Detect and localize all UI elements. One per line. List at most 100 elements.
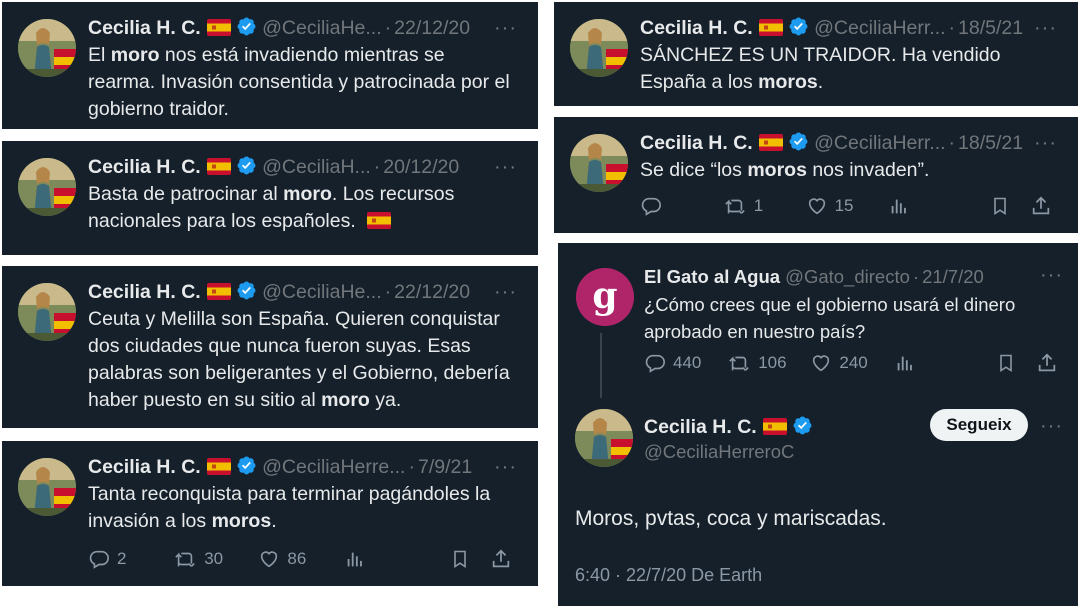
tweet-date[interactable]: 18/5/21 xyxy=(958,132,1023,154)
tweet-date[interactable]: 22/12/20 xyxy=(394,281,470,303)
tweet-date[interactable]: 18/5/21 xyxy=(958,17,1023,39)
reply-author-name[interactable]: Cecilia H. C. xyxy=(644,416,757,438)
parent-tweet-date[interactable]: 21/7/20 xyxy=(922,266,984,287)
verified-badge-icon xyxy=(788,131,809,158)
profile-photo-icon xyxy=(18,458,76,516)
tweet-card[interactable]: Cecilia H. C. @CeciliaHe... · 22/12/20 ··· C… xyxy=(2,266,538,428)
retweet-button[interactable]: 1 xyxy=(723,195,763,217)
parent-tweet-actions: 440 106 240 xyxy=(644,352,1060,376)
separator-dot: · xyxy=(384,281,392,303)
more-options-icon[interactable]: ··· xyxy=(494,18,517,38)
like-count: 15 xyxy=(834,196,854,215)
parent-author-name[interactable]: El Gato al Agua xyxy=(644,266,780,287)
reply-button[interactable] xyxy=(640,195,662,217)
more-options-icon[interactable]: ··· xyxy=(1040,416,1063,436)
highlighted-word: moro xyxy=(321,389,370,411)
bookmark-button[interactable] xyxy=(990,195,1010,217)
text-segment: El xyxy=(88,44,111,66)
share-button[interactable] xyxy=(490,548,512,570)
retweet-button[interactable]: 30 xyxy=(173,548,223,570)
share-icon xyxy=(1036,352,1058,374)
author-handle[interactable]: @CeciliaHerr... xyxy=(814,17,945,39)
author-avatar[interactable] xyxy=(570,19,628,77)
tweet-date[interactable]: 20/12/20 xyxy=(383,156,459,178)
author-name[interactable]: Cecilia H. C. xyxy=(88,281,201,303)
more-options-icon[interactable]: ··· xyxy=(1034,18,1057,38)
author-handle[interactable]: @CeciliaHerr... xyxy=(814,132,945,154)
tweet-header: Cecilia H. C. @CeciliaHerr... · 18/5/21 xyxy=(640,16,1023,43)
follow-button[interactable]: Segueix xyxy=(930,409,1028,441)
author-avatar[interactable] xyxy=(18,158,76,216)
tweet-header: Cecilia H. C. @CeciliaHe... · 22/12/20 xyxy=(88,280,470,307)
bookmark-button[interactable] xyxy=(996,352,1016,374)
author-name[interactable]: Cecilia H. C. xyxy=(640,17,753,39)
like-button[interactable]: 240 xyxy=(810,352,868,374)
retweet-count: 106 xyxy=(758,353,787,372)
author-handle[interactable]: @CeciliaH... xyxy=(262,156,371,178)
author-name[interactable]: Cecilia H. C. xyxy=(88,156,201,178)
spain-flag-icon xyxy=(206,18,231,42)
parent-author-handle[interactable]: @Gato_directo xyxy=(785,266,910,287)
reply-button[interactable]: 2 xyxy=(88,548,126,570)
tweet-card[interactable]: Cecilia H. C. @CeciliaHe... · 22/12/20 ··· E… xyxy=(2,2,538,129)
reply-count: 2 xyxy=(117,549,127,568)
verified-badge-icon xyxy=(788,16,809,43)
tweet-header: Cecilia H. C. @CeciliaHerr... · 18/5/21 xyxy=(640,131,1023,158)
reply-button[interactable]: 440 xyxy=(644,352,701,374)
more-options-icon[interactable]: ··· xyxy=(494,457,517,477)
views-button[interactable] xyxy=(888,195,910,217)
text-segment: ya. xyxy=(369,389,402,411)
tweet-header: Cecilia H. C. @CeciliaHerre... · 7/9/21 xyxy=(88,455,472,482)
separator-dot: · xyxy=(948,132,956,154)
tweet-date[interactable]: 7/9/21 xyxy=(418,456,472,478)
author-avatar[interactable] xyxy=(18,283,76,341)
author-avatar[interactable] xyxy=(18,458,76,516)
tweet-date[interactable]: 22/12/20 xyxy=(394,17,470,39)
retweet-button[interactable]: 106 xyxy=(727,352,787,374)
retweet-icon xyxy=(723,195,747,217)
highlighted-word: moros xyxy=(747,159,807,181)
views-chart-icon xyxy=(888,195,910,217)
views-button[interactable] xyxy=(894,352,916,374)
bookmark-button[interactable] xyxy=(450,548,470,570)
text-segment: . xyxy=(817,71,824,93)
reply-author-handle[interactable]: @CeciliaHerreroC xyxy=(644,440,794,464)
author-avatar[interactable] xyxy=(575,409,633,467)
reply-author-name-row: Cecilia H. C. xyxy=(644,415,813,442)
share-button[interactable] xyxy=(1030,195,1052,217)
more-options-icon[interactable]: ··· xyxy=(1040,265,1063,285)
share-button[interactable] xyxy=(1036,352,1058,374)
thread-connector-line xyxy=(600,333,602,398)
verified-badge-icon xyxy=(236,455,257,482)
like-count: 86 xyxy=(287,549,307,568)
author-handle[interactable]: @CeciliaHe... xyxy=(262,281,382,303)
author-name[interactable]: Cecilia H. C. xyxy=(640,132,753,154)
tweet-card[interactable]: Cecilia H. C. @CeciliaHerr... · 18/5/21 ···… xyxy=(554,117,1078,233)
tweet-text: Ceuta y Melilla son España. Quieren conq… xyxy=(88,306,514,414)
views-button[interactable] xyxy=(344,548,366,570)
more-options-icon[interactable]: ··· xyxy=(494,282,517,302)
text-segment: nos invaden”. xyxy=(806,159,930,181)
reply-icon xyxy=(644,352,666,374)
author-name[interactable]: Cecilia H. C. xyxy=(88,456,201,478)
retweet-icon xyxy=(727,352,751,374)
like-button[interactable]: 86 xyxy=(258,548,306,570)
tweet-text: Se dice “los moros nos invaden”. xyxy=(640,157,1054,184)
author-avatar[interactable] xyxy=(18,19,76,77)
separator-dot: · xyxy=(408,456,415,478)
author-handle[interactable]: @CeciliaHerre... xyxy=(262,456,405,478)
author-handle[interactable]: @CeciliaHe... xyxy=(262,17,382,39)
author-name[interactable]: Cecilia H. C. xyxy=(88,17,201,39)
el-gato-avatar[interactable]: g xyxy=(576,268,634,326)
author-avatar[interactable] xyxy=(570,134,628,192)
reply-tweet-text: Moros, pvtas, coca y mariscadas. xyxy=(575,507,887,530)
thread-card[interactable]: g El Gato al Agua @Gato_directo · 21/7/20 … xyxy=(558,243,1078,606)
tweet-card[interactable]: Cecilia H. C. @CeciliaH... · 20/12/20 ··· Ba… xyxy=(2,141,538,255)
more-options-icon[interactable]: ··· xyxy=(1034,133,1057,153)
like-button[interactable]: 15 xyxy=(806,195,854,217)
tweet-card[interactable]: Cecilia H. C. @CeciliaHerr... · 18/5/21 ···… xyxy=(554,2,1078,106)
reply-timestamp[interactable]: 6:40 · 22/7/20 De Earth xyxy=(575,565,762,586)
text-segment: Tanta reconquista para terminar pagándol… xyxy=(88,483,491,532)
more-options-icon[interactable]: ··· xyxy=(494,157,517,177)
tweet-card[interactable]: Cecilia H. C. @CeciliaHerre... · 7/9/21 ···… xyxy=(2,441,538,586)
